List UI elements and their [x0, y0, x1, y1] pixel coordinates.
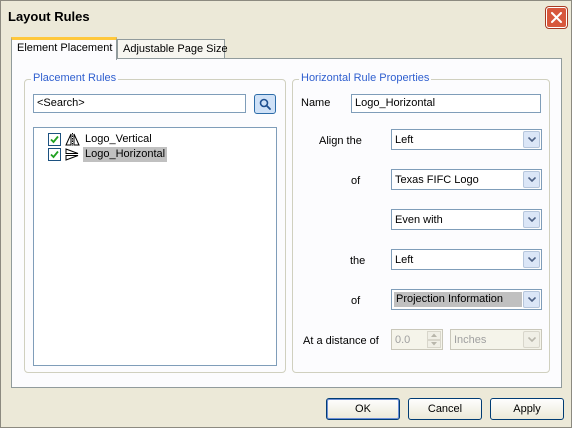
spin-down-button[interactable]	[427, 339, 441, 348]
tab-adjustable-page-size[interactable]: Adjustable Page Size	[117, 39, 228, 59]
tree-item-logo-horizontal[interactable]: Logo_Horizontal	[48, 147, 168, 162]
chevron-down-icon	[527, 177, 536, 182]
dropdown-button[interactable]	[523, 331, 540, 348]
tree-item-label: Logo_Vertical	[85, 133, 152, 145]
of-label: of	[351, 175, 361, 187]
ok-button[interactable]: OK	[326, 398, 400, 420]
align-select[interactable]: Left	[391, 129, 542, 150]
target-element-select[interactable]: Texas FIFC Logo	[391, 169, 542, 190]
placement-rules-legend: Placement Rules	[31, 72, 119, 84]
placement-rules-group: Placement Rules <Search> Logo_Vertical L…	[24, 72, 286, 373]
search-input[interactable]: <Search>	[33, 94, 246, 113]
chevron-down-icon	[527, 217, 536, 222]
dropdown-button[interactable]	[523, 131, 540, 148]
relation-select[interactable]: Even with	[391, 209, 542, 230]
chevron-down-icon	[431, 341, 437, 346]
close-button[interactable]	[546, 7, 567, 28]
tab-element-placement[interactable]: Element Placement	[11, 37, 117, 60]
search-icon	[259, 98, 271, 110]
tree-item-label: Logo_Horizontal	[83, 147, 168, 162]
dropdown-button[interactable]	[523, 211, 540, 228]
chevron-down-icon	[527, 297, 536, 302]
distance-label: At a distance of	[303, 335, 379, 347]
dropdown-button[interactable]	[523, 251, 540, 268]
chevron-down-icon	[527, 257, 536, 262]
spin-up-button[interactable]	[427, 331, 441, 340]
spinner-buttons[interactable]	[427, 331, 441, 348]
apply-button[interactable]: Apply	[490, 398, 564, 420]
window-title: Layout Rules	[8, 9, 90, 24]
target-element-value: Texas FIFC Logo	[395, 174, 479, 186]
dropdown-button[interactable]	[523, 291, 540, 308]
reference-element-value: Projection Information	[394, 292, 522, 307]
cancel-button[interactable]: Cancel	[408, 398, 482, 420]
placement-rules-tree[interactable]: Logo_Vertical Logo_Horizontal	[33, 127, 277, 366]
tab-panel: Placement Rules <Search> Logo_Vertical L…	[11, 58, 562, 388]
distance-spinner[interactable]: 0.0	[391, 329, 443, 350]
tree-item-logo-vertical[interactable]: Logo_Vertical	[48, 132, 154, 147]
chevron-up-icon	[431, 333, 437, 338]
distance-value: 0.0	[395, 334, 411, 346]
checkmark-icon	[50, 135, 59, 144]
layout-rules-dialog: Layout Rules Element Placement Adjustabl…	[0, 0, 572, 428]
of-label-2: of	[351, 295, 361, 307]
search-button[interactable]	[254, 94, 276, 114]
checkmark-icon	[50, 150, 59, 159]
the-label: the	[350, 255, 366, 267]
chevron-down-icon	[527, 337, 536, 342]
horizontal-rule-icon	[65, 148, 79, 161]
relation-select-value: Even with	[395, 214, 443, 226]
units-select[interactable]: Inches	[450, 329, 542, 350]
close-icon	[551, 12, 562, 23]
units-select-value: Inches	[454, 334, 487, 346]
target-edge-select[interactable]: Left	[391, 249, 542, 270]
title-bar: Layout Rules	[1, 1, 571, 31]
reference-element-select[interactable]: Projection Information	[391, 289, 542, 310]
name-label: Name	[301, 97, 331, 109]
rule-properties-group: Horizontal Rule Properties Name Logo_Hor…	[292, 72, 550, 373]
align-select-value: Left	[395, 134, 414, 146]
checkbox-logo-horizontal[interactable]	[48, 148, 61, 161]
align-the-label: Align the	[319, 135, 362, 147]
vertical-rule-icon	[65, 133, 80, 146]
target-edge-value: Left	[395, 254, 414, 266]
chevron-down-icon	[527, 137, 536, 142]
name-field[interactable]: Logo_Horizontal	[351, 94, 541, 113]
dropdown-button[interactable]	[523, 171, 540, 188]
rule-properties-legend: Horizontal Rule Properties	[299, 72, 432, 84]
checkbox-logo-vertical[interactable]	[48, 133, 61, 146]
